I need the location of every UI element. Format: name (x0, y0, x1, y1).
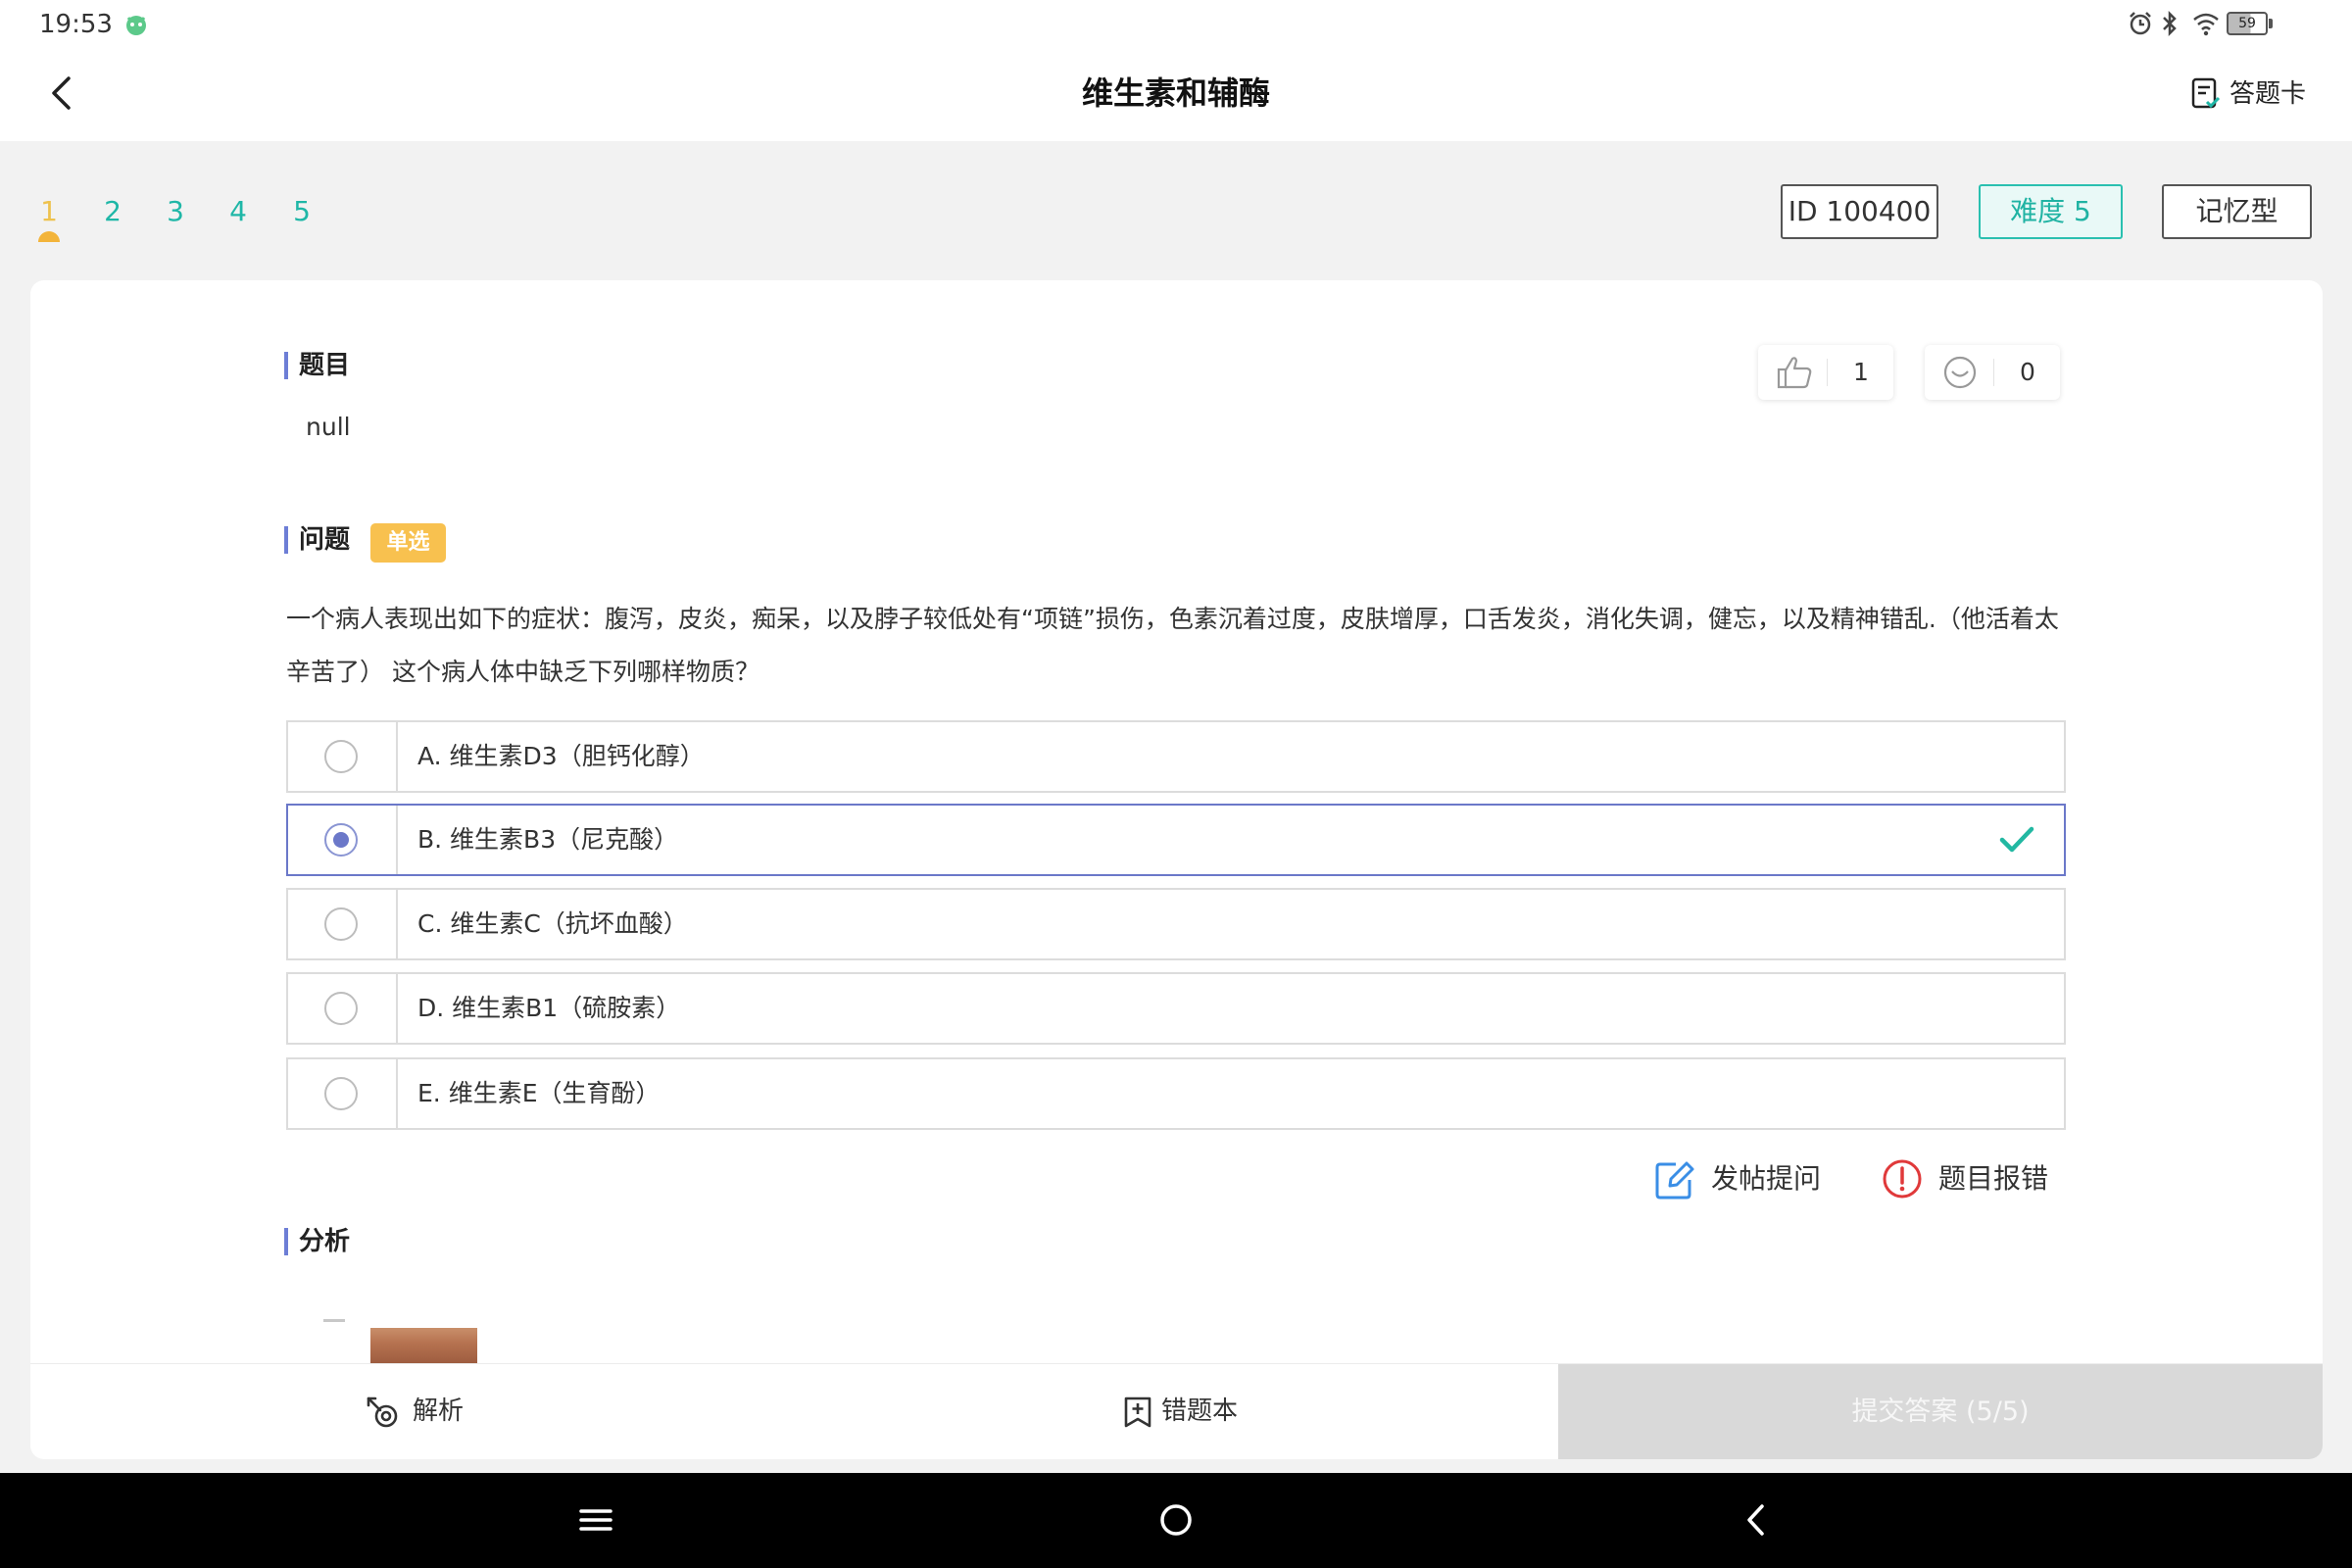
menu-icon[interactable] (576, 1502, 615, 1538)
smiley-icon (1943, 356, 1977, 389)
submit-answer-button[interactable]: 提交答案 (5/5) (1558, 1364, 2323, 1459)
app-mascot-icon (123, 12, 149, 37)
analysis-tab-button[interactable]: 解析 (354, 1364, 511, 1459)
dislike-button[interactable]: 0 (1925, 345, 2060, 400)
analysis-tab-label: 解析 (413, 1396, 465, 1426)
wrong-book-button[interactable]: 错题本 (1118, 1364, 1314, 1459)
option-text: E. 维生素E（生育酚） (417, 1079, 661, 1107)
difficulty-badge: 难度 5 (1979, 184, 2123, 239)
dislike-divider (1993, 359, 1994, 386)
check-icon (1999, 826, 2034, 853)
status-time: 19:53 (39, 10, 113, 39)
option-radio-cell (288, 1059, 398, 1128)
bluetooth-icon (2160, 10, 2180, 41)
option-d[interactable]: D. 维生素B1（硫胺素） (286, 972, 2066, 1045)
wrong-book-label: 错题本 (1161, 1396, 1239, 1426)
option-text: D. 维生素B1（硫胺素） (417, 994, 681, 1022)
option-text: C. 维生素C（抗坏血酸） (417, 909, 688, 938)
question-section-label: 问题 (284, 526, 350, 554)
radio-button[interactable] (324, 907, 358, 941)
option-text: A. 维生素D3（胆钙化醇） (417, 742, 705, 770)
post-question-button[interactable]: 发帖提问 (1654, 1157, 1831, 1200)
analysis-image-caption-mark (323, 1319, 345, 1322)
analysis-icon (367, 1396, 398, 1428)
report-error-button[interactable]: 题目报错 (1882, 1157, 2058, 1200)
question-number-5[interactable]: 5 (287, 192, 317, 231)
report-error-label: 题目报错 (1938, 1162, 2049, 1195)
analysis-image[interactable] (370, 1328, 477, 1363)
radio-button[interactable] (324, 992, 358, 1025)
battery-level: 59 (2238, 16, 2256, 31)
stem-section-label: 题目 (284, 352, 350, 379)
error-icon (1883, 1159, 1922, 1199)
radio-button[interactable] (324, 740, 358, 773)
question-number-4[interactable]: 4 (223, 192, 253, 231)
answer-card-icon (2191, 77, 2221, 109)
option-radio-cell (288, 974, 398, 1043)
option-b[interactable]: B. 维生素B3（尼克酸） (286, 804, 2066, 876)
edit-icon (1655, 1161, 1694, 1200)
analysis-section-label: 分析 (284, 1228, 350, 1255)
option-radio-cell (288, 806, 398, 874)
battery-icon: 59 (2227, 12, 2274, 35)
question-number-1[interactable]: 1 (34, 192, 64, 231)
option-radio-cell (288, 890, 398, 958)
radio-button[interactable] (324, 823, 358, 857)
option-radio-cell (288, 722, 398, 791)
question-id-badge: ID 100400 (1781, 184, 1938, 239)
like-divider (1827, 359, 1828, 386)
alarm-icon (2127, 10, 2154, 41)
system-nav-bar (0, 1473, 2352, 1568)
radio-button[interactable] (324, 1077, 358, 1110)
stem-text: null (306, 413, 351, 441)
question-text: 一个病人表现出如下的症状：腹泻，皮炎，痴呆，以及脖子较低处有“项链”损伤，色素沉… (286, 605, 2059, 686)
answer-card-label: 答题卡 (2230, 79, 2307, 109)
question-number-2[interactable]: 2 (98, 192, 127, 231)
option-c[interactable]: C. 维生素C（抗坏血酸） (286, 888, 2066, 960)
home-icon[interactable] (1156, 1500, 1196, 1540)
like-count: 1 (1853, 358, 1869, 386)
question-type-badge: 记忆型 (2162, 184, 2312, 239)
dislike-count: 0 (2020, 358, 2035, 386)
option-e[interactable]: E. 维生素E（生育酚） (286, 1057, 2066, 1130)
post-question-label: 发帖提问 (1711, 1162, 1822, 1195)
top-bar: 19:53 59 维生素和辅酶 答题卡 (0, 0, 2352, 141)
bookmark-add-icon (1124, 1396, 1152, 1428)
like-button[interactable]: 1 (1758, 345, 1893, 400)
bottom-action-bar: 解析 错题本 提交答案 (5/5) (30, 1363, 2323, 1459)
wifi-icon (2191, 10, 2221, 41)
thumbs-up-icon (1777, 357, 1812, 389)
nav-back-icon[interactable] (1737, 1500, 1776, 1540)
option-a[interactable]: A. 维生素D3（胆钙化醇） (286, 720, 2066, 793)
page-title: 维生素和辅酶 (1081, 74, 1270, 112)
question-type-tag: 单选 (370, 523, 446, 563)
question-number-3[interactable]: 3 (161, 192, 190, 231)
current-question-indicator (38, 231, 60, 242)
option-text: B. 维生素B3（尼克酸） (417, 825, 679, 854)
